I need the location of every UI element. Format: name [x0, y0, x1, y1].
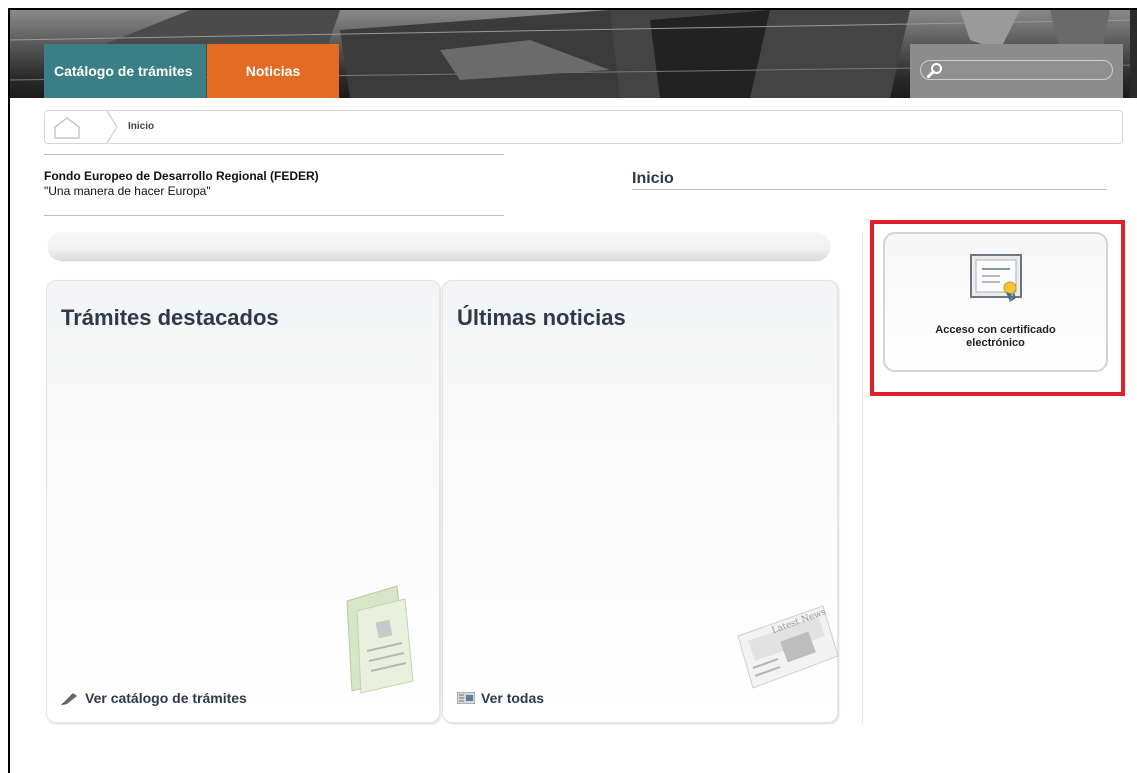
page: Catálogo de trámites Noticias Inicio Fon…	[8, 8, 1137, 773]
page-title: Inicio	[632, 170, 1107, 190]
site-slogan: "Una manera de hacer Europa"	[44, 184, 211, 198]
folder-illustration	[346, 585, 414, 694]
header-banner: Catálogo de trámites Noticias	[10, 10, 1137, 98]
panel-tramites-destacados: Trámites destacados Ver catálogo de trám…	[46, 280, 440, 723]
breadcrumb-current: Inicio	[128, 121, 155, 132]
panel-title-noticias: Últimas noticias	[457, 305, 626, 330]
home-icon[interactable]	[45, 111, 123, 143]
ver-todas-link[interactable]: Ver todas	[457, 690, 544, 706]
ver-catalogo-link[interactable]: Ver catálogo de trámites	[61, 690, 247, 706]
certificate-access-button[interactable]: Acceso con certificado electrónico	[883, 232, 1108, 372]
nav-tab-noticias[interactable]: Noticias	[207, 44, 339, 98]
search-icon	[927, 63, 942, 78]
nav-tab-catalogo[interactable]: Catálogo de trámites	[44, 44, 206, 98]
pen-icon	[61, 693, 77, 705]
site-title: Fondo Europeo de Desarrollo Regional (FE…	[44, 169, 319, 183]
ver-todas-label: Ver todas	[481, 690, 545, 706]
newspaper-icon	[457, 692, 475, 704]
search-box	[910, 44, 1123, 98]
ver-catalogo-label: Ver catálogo de trámites	[85, 690, 247, 706]
panel-ultimas-noticias: Últimas noticias Latest News Ver todas	[442, 280, 839, 723]
banner-edge	[1130, 10, 1137, 98]
breadcrumb: Inicio	[44, 110, 1123, 144]
site-info: Fondo Europeo de Desarrollo Regional (FE…	[44, 154, 504, 216]
certificate-access-label: Acceso con certificado electrónico	[935, 324, 1056, 349]
empty-strip	[48, 232, 830, 260]
search-input[interactable]	[920, 60, 1113, 80]
panel-title-tramites: Trámites destacados	[61, 305, 279, 330]
certificate-icon	[970, 254, 1022, 302]
column-divider	[862, 232, 863, 724]
newspaper-illustration: Latest News	[737, 605, 839, 689]
